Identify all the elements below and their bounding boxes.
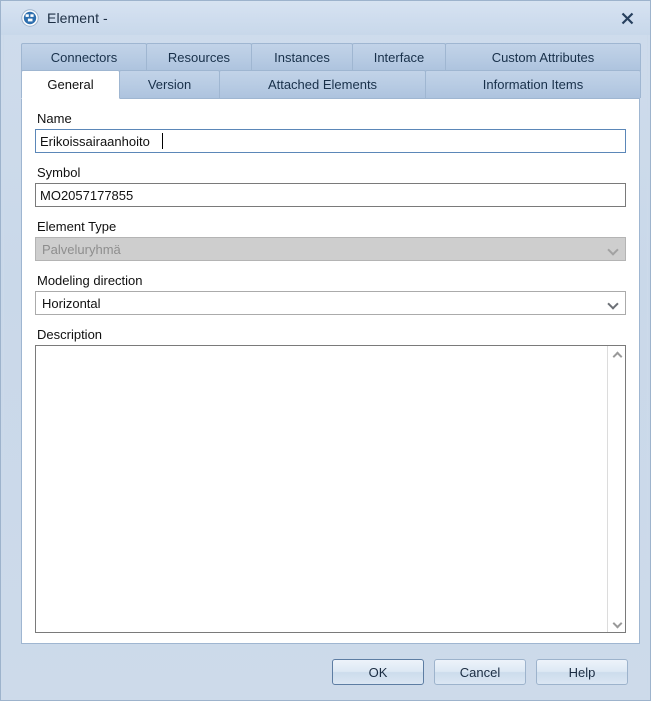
ok-button-label: OK — [368, 664, 388, 680]
tab-label: Version — [147, 77, 192, 92]
modeling-direction-value: Horizontal — [42, 295, 101, 311]
element-type-label: Element Type — [37, 219, 117, 234]
tab-label: Attached Elements — [267, 77, 378, 92]
description-textarea[interactable] — [36, 346, 607, 632]
tab-general[interactable]: General — [21, 70, 120, 99]
tab-label: Information Items — [482, 77, 584, 92]
tab-label: Custom Attributes — [491, 50, 595, 65]
tab-row-upper: Connectors Resources Instances Interface… — [21, 43, 641, 71]
tab-label: General — [47, 77, 94, 92]
element-icon — [21, 9, 39, 27]
title-bar: Element - — [1, 1, 650, 35]
chevron-down-icon — [601, 238, 625, 260]
tab-custom-attributes[interactable]: Custom Attributes — [445, 43, 641, 71]
element-type-dropdown[interactable]: Palveluryhmä — [35, 237, 626, 261]
close-icon[interactable] — [614, 7, 640, 29]
dialog-body: Connectors Resources Instances Interface… — [21, 35, 641, 644]
name-label: Name — [37, 111, 72, 126]
scroll-up-icon[interactable] — [608, 346, 625, 363]
tab-instances[interactable]: Instances — [251, 43, 353, 71]
description-field — [35, 345, 626, 633]
description-label: Description — [37, 327, 103, 342]
tab-row-lower: General Version Attached Elements Inform… — [21, 70, 641, 99]
ok-button[interactable]: OK — [332, 659, 424, 685]
scroll-down-icon[interactable] — [608, 615, 625, 632]
tab-attached-elements[interactable]: Attached Elements — [219, 70, 426, 98]
tab-connectors[interactable]: Connectors — [21, 43, 147, 71]
tab-resources[interactable]: Resources — [146, 43, 252, 71]
symbol-input[interactable] — [35, 183, 626, 207]
cancel-button[interactable]: Cancel — [434, 659, 526, 685]
element-dialog-window: Element - Connectors Resources Instances — [0, 0, 651, 701]
element-type-value: Palveluryhmä — [42, 241, 121, 257]
help-button-label: Help — [568, 664, 596, 680]
dialog-footer: OK Cancel Help — [1, 644, 650, 700]
modeling-direction-dropdown[interactable]: Horizontal — [35, 291, 626, 315]
tab-label: Resources — [167, 50, 231, 65]
tab-version[interactable]: Version — [119, 70, 220, 98]
name-input-wrap — [35, 129, 626, 153]
tab-label: Connectors — [50, 50, 118, 65]
tab-information-items[interactable]: Information Items — [425, 70, 641, 98]
tab-interface[interactable]: Interface — [352, 43, 446, 71]
name-input[interactable] — [35, 129, 626, 153]
cancel-button-label: Cancel — [459, 664, 501, 680]
tab-label: Instances — [274, 50, 330, 65]
modeling-direction-label: Modeling direction — [37, 273, 143, 288]
symbol-label: Symbol — [37, 165, 81, 180]
description-scrollbar[interactable] — [607, 346, 625, 632]
general-tab-page: Name Symbol Element Type Palveluryhmä Mo… — [21, 98, 640, 644]
chevron-down-icon — [601, 292, 625, 314]
window-title: Element - — [47, 10, 108, 26]
tab-label: Interface — [373, 50, 425, 65]
help-button[interactable]: Help — [536, 659, 628, 685]
tab-strip: Connectors Resources Instances Interface… — [21, 35, 641, 99]
